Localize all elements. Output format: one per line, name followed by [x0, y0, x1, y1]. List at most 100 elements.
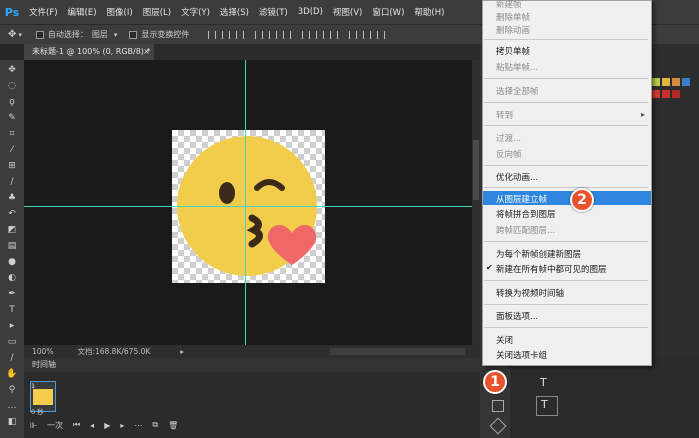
menu-item-close-tab-group[interactable]: 关闭选项卡组 [496, 349, 547, 361]
path-select-tool-icon[interactable]: ▸ [5, 320, 19, 333]
distribute-right-icon[interactable] [377, 30, 386, 39]
menu-item-panel-options[interactable]: 面板选项... [496, 310, 538, 322]
delete-frame-icon[interactable]: 🗑 [168, 421, 178, 430]
menu-item-new-frame[interactable]: 新建帧 [496, 0, 522, 10]
menu-filter[interactable]: 滤镜(T) [254, 6, 293, 18]
more-tools-icon[interactable]: … [5, 400, 19, 413]
convert-timeline-icon[interactable]: ⊪ [30, 421, 37, 430]
auto-select-dropdown[interactable]: 图层 [92, 29, 108, 40]
eraser-tool-icon[interactable]: ◩ [5, 224, 19, 237]
menu-item-go-to[interactable]: 转到 [496, 109, 513, 121]
menu-item-new-layers-visible-in-all-frames[interactable]: 新建在所有帧中都可见的图层 [496, 263, 607, 275]
align-vcenter-icon[interactable] [222, 30, 231, 39]
play-icon[interactable]: ▶ [104, 421, 110, 430]
vertical-scrollbar-thumb[interactable] [473, 140, 479, 200]
document-tab[interactable]: 未标题-1 @ 100% (0, RGB/8) * × [24, 44, 154, 60]
distribute-left-icon[interactable] [349, 30, 358, 39]
quick-select-tool-icon[interactable]: ✎ [5, 112, 19, 125]
menu-item-tween[interactable]: 过渡... [496, 132, 521, 144]
menu-item-create-new-layer-per-frame[interactable]: 为每个新帧创建新图层 [496, 248, 581, 260]
swatch[interactable] [682, 78, 690, 86]
menu-item-select-all-frames[interactable]: 选择全部帧 [496, 85, 539, 97]
align-left-icon[interactable] [255, 30, 264, 39]
menu-item-flatten-frames-into-layers[interactable]: 将帧拼合到图层 [496, 208, 556, 220]
swatch[interactable] [672, 90, 680, 98]
menu-file[interactable]: 文件(F) [24, 6, 63, 18]
dodge-tool-icon[interactable]: ◐ [5, 272, 19, 285]
align-bottom-icon[interactable] [236, 30, 245, 39]
zoom-tool-icon[interactable]: ⚲ [5, 384, 19, 397]
eyedropper-tool-icon[interactable]: ⁄ [5, 144, 19, 157]
distribute-vcenter-icon[interactable] [316, 30, 325, 39]
swatch[interactable] [662, 90, 670, 98]
crop-tool-icon[interactable]: ⌗ [5, 128, 19, 141]
history-brush-tool-icon[interactable]: ↶ [5, 208, 19, 221]
dropdown-arrow-icon[interactable]: ▾ [114, 31, 118, 39]
horizontal-scrollbar[interactable] [330, 348, 465, 355]
blur-tool-icon[interactable]: ● [5, 256, 19, 269]
align-right-icon[interactable] [283, 30, 292, 39]
clone-stamp-tool-icon[interactable]: ♣ [5, 192, 19, 205]
menu-3d[interactable]: 3D(D) [293, 7, 328, 17]
swatch[interactable] [652, 90, 660, 98]
menu-item-delete-frame[interactable]: 删除单帧 [496, 11, 530, 23]
rectangle-tool-icon[interactable]: ▭ [5, 336, 19, 349]
zoom-level[interactable]: 100% [32, 347, 53, 356]
menu-layer[interactable]: 图层(L) [138, 6, 176, 18]
duplicate-frame-icon[interactable]: ⧉ [152, 420, 158, 430]
menu-type[interactable]: 文字(Y) [176, 6, 215, 18]
frame-delay-dropdown[interactable]: 0 秒 [31, 406, 44, 416]
hand-tool-icon[interactable]: ✋ [5, 368, 19, 381]
document-info[interactable]: 文档:168.8K/675.0K [77, 346, 150, 357]
gradient-tool-icon[interactable]: ▤ [5, 240, 19, 253]
previous-frame-icon[interactable]: ◂ [90, 421, 94, 430]
tween-icon[interactable]: ⋯ [134, 421, 142, 430]
menu-item-convert-to-video-timeline[interactable]: 转换为视频时间轴 [496, 287, 564, 299]
menu-view[interactable]: 视图(V) [328, 6, 367, 18]
vertical-guide[interactable] [245, 60, 246, 345]
menu-item-close[interactable]: 关闭 [496, 334, 513, 346]
layer-text-icon[interactable]: T [540, 376, 547, 389]
horizontal-guide[interactable] [24, 206, 472, 207]
move-tool-icon[interactable]: ✥ [8, 29, 16, 40]
type-tool-icon[interactable]: T [5, 304, 19, 317]
swatch[interactable] [672, 78, 680, 86]
menu-item-make-frames-from-layers[interactable]: 从图层建立帧 [496, 193, 547, 205]
menu-edit[interactable]: 编辑(E) [63, 6, 102, 18]
layer-text-icon[interactable]: T [541, 398, 548, 411]
swatch[interactable] [652, 78, 660, 86]
show-transform-checkbox[interactable] [129, 30, 138, 39]
swatch[interactable] [662, 78, 670, 86]
align-top-icon[interactable] [208, 30, 217, 39]
line-tool-icon[interactable]: / [5, 352, 19, 365]
first-frame-icon[interactable]: ⏮ [73, 420, 80, 430]
menu-window[interactable]: 窗口(W) [367, 6, 409, 18]
3d-cube-icon[interactable] [492, 400, 504, 412]
menu-item-paste-frame[interactable]: 粘贴单帧... [496, 61, 538, 73]
next-frame-icon[interactable]: ▸ [120, 421, 124, 430]
move-tool-icon[interactable]: ✥ [5, 64, 19, 77]
distribute-hcenter-icon[interactable] [363, 30, 372, 39]
align-hcenter-icon[interactable] [269, 30, 278, 39]
menu-item-copy-frame[interactable]: 拷贝单帧 [496, 45, 530, 57]
status-menu-arrow-icon[interactable]: ▸ [180, 347, 184, 356]
auto-select-checkbox[interactable] [35, 30, 44, 39]
distribute-bottom-icon[interactable] [330, 30, 339, 39]
menu-help[interactable]: 帮助(H) [409, 6, 449, 18]
lasso-tool-icon[interactable]: ϙ [5, 96, 19, 109]
menu-select[interactable]: 选择(S) [215, 6, 254, 18]
marquee-tool-icon[interactable]: ◌ [5, 80, 19, 93]
foreground-background-color-icon[interactable]: ◧ [5, 416, 19, 429]
distribute-top-icon[interactable] [302, 30, 311, 39]
menu-item-match-layer-across-frames[interactable]: 跨帧匹配图层... [496, 224, 555, 236]
close-icon[interactable]: × [143, 44, 150, 60]
brush-tool-icon[interactable]: ∕ [5, 176, 19, 189]
menu-item-delete-animation[interactable]: 删除动画 [496, 24, 530, 36]
pen-tool-icon[interactable]: ✒ [5, 288, 19, 301]
menu-image[interactable]: 图像(I) [102, 6, 138, 18]
timeline-title[interactable]: 时间轴 [32, 360, 56, 369]
healing-brush-tool-icon[interactable]: ⊞ [5, 160, 19, 173]
menu-item-optimize-animation[interactable]: 优化动画... [496, 171, 538, 183]
loop-dropdown[interactable]: 一次 [47, 420, 63, 431]
dropdown-arrow-icon[interactable]: ▾ [18, 31, 22, 39]
